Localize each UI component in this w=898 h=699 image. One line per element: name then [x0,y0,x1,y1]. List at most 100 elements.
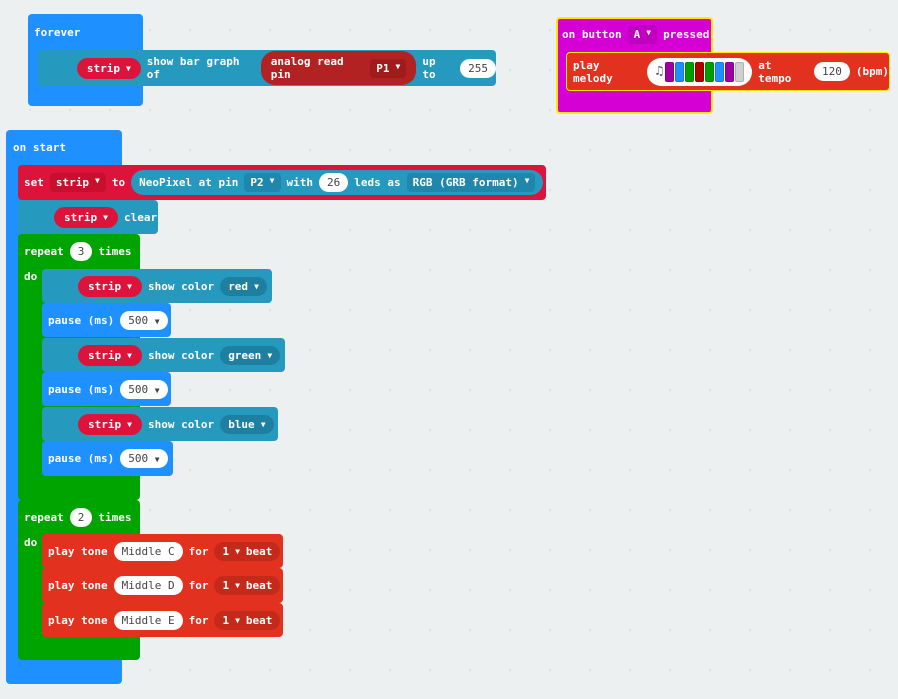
melody-note-cell [695,61,705,82]
var-label: strip [55,176,89,189]
color-dropdown[interactable]: blue ▼ [220,414,274,434]
caret-down-icon: ▼ [235,546,240,556]
color-dropdown[interactable]: green ▼ [220,345,281,365]
beat-dropdown[interactable]: 1 ▼ beat [214,610,281,630]
play-tone-block[interactable]: play tone Middle C for 1 ▼ beat [42,534,283,568]
caret-down-icon: ▼ [524,176,530,185]
button-value: A [633,27,641,41]
strip-variable-dropdown[interactable]: strip ▼ [76,57,141,79]
beat-dropdown[interactable]: 1 ▼ beat [214,541,281,561]
on-start-spine [6,160,18,660]
block-text: times [98,244,132,258]
block-text: pressed [663,27,710,41]
var-label: strip [88,348,122,362]
pause-block[interactable]: pause (ms) 500 ▼ [42,303,171,337]
melody-note-cell [665,61,675,82]
show-bar-graph-block[interactable]: strip ▼ show bar graph of analog read pin… [38,50,496,86]
block-text: on button [562,27,622,41]
beat-unit: beat [245,579,273,592]
block-text: at tempo [758,58,792,85]
block-text: repeat [24,510,64,524]
pause-block[interactable]: pause (ms) 500 ▼ [42,441,173,476]
on-start-label: on start [13,141,66,154]
show-color-block[interactable]: strip ▼ show color green ▼ [42,338,285,372]
play-melody-block[interactable]: play melody ♫ at tempo 120 (bpm) [566,52,890,91]
block-text: analog read pin [270,55,344,81]
caret-down-icon: ▼ [235,615,240,625]
block-text: with [286,176,314,189]
ms-value: 500 [128,452,149,465]
pause-dropdown[interactable]: 500 ▼ [120,310,168,330]
caret-down-icon: ▼ [267,350,273,360]
block-text: leds as [354,176,401,189]
color-value: red [228,279,249,293]
block-text: pause (ms) [48,452,115,465]
strip-variable-dropdown[interactable]: strip ▼ [54,206,118,228]
max-input[interactable]: 255 [460,58,496,78]
strip-variable-dropdown[interactable]: strip ▼ [78,413,142,435]
beat-value: 1 [222,544,230,558]
strip-clear-block[interactable]: strip ▼ clear [18,200,158,234]
show-color-block[interactable]: strip ▼ show color red ▼ [42,269,272,303]
do-label: do [24,270,38,283]
melody-note-cell [685,61,695,82]
repeat-count-input[interactable]: 2 [69,507,93,527]
format-value: RGB (GRB format) [412,176,519,189]
pin-dropdown[interactable]: P2 ▼ [244,173,281,192]
block-text: pause (ms) [48,313,115,327]
neopixel-create-block[interactable]: NeoPixel at pin P2 ▼ with 26 leds as RGB … [131,170,544,195]
block-text: show color [147,279,215,293]
button-dropdown[interactable]: A ▼ [627,24,658,44]
block-text: to [111,176,126,189]
color-dropdown[interactable]: red ▼ [220,276,267,296]
set-strip-block[interactable]: set strip ▼ to NeoPixel at pin P2 ▼ with 2… [18,165,546,200]
caret-down-icon: ▼ [254,281,259,291]
ms-value: 500 [128,382,149,396]
caret-down-icon: ▼ [235,581,240,590]
format-dropdown[interactable]: RGB (GRB format) ▼ [406,173,536,192]
note-input[interactable]: Middle E [113,610,183,630]
block-text: NeoPixel at pin [139,176,239,189]
forever-label: forever [34,26,81,39]
melody-note-cell [735,61,745,82]
melody-editor[interactable]: ♫ [647,57,753,86]
block-text: show color [147,417,215,431]
pause-dropdown[interactable]: 500 ▼ [120,379,168,399]
melody-note-cell [715,61,725,82]
block-text: for [188,579,209,592]
beat-dropdown[interactable]: 1 ▼ beat [214,576,281,595]
block-text: pause (ms) [48,382,115,396]
tempo-input[interactable]: 120 [814,62,850,81]
block-text: for [188,613,209,627]
block-text: clear [123,210,158,224]
strip-variable-dropdown[interactable]: strip ▼ [78,344,142,366]
pin-dropdown[interactable]: P1 ▼ [370,58,407,78]
caret-down-icon: ▼ [154,316,160,326]
do-label: do [24,536,38,549]
melody-note-cell [705,61,715,82]
repeat-count-input[interactable]: 3 [69,241,93,261]
play-tone-block[interactable]: play tone Middle E for 1 ▼ beat [42,603,283,637]
caret-down-icon: ▼ [154,385,160,395]
beat-value: 1 [222,613,230,627]
show-color-block[interactable]: strip ▼ show color blue ▼ [42,407,278,441]
leds-input[interactable]: 26 [319,173,349,192]
beat-unit: beat [245,613,273,627]
block-text: up to [422,55,436,81]
analog-read-pin-block[interactable]: analog read pin P1 ▼ [260,51,417,85]
play-tone-block[interactable]: play tone Middle D for 1 ▼ beat [42,568,283,603]
caret-down-icon: ▼ [125,63,131,73]
color-value: blue [228,417,255,431]
caret-down-icon: ▼ [395,61,401,71]
note-input[interactable]: Middle D [113,576,183,595]
strip-variable-dropdown[interactable]: strip ▼ [78,275,142,297]
caret-down-icon: ▼ [127,419,132,429]
caret-down-icon: ▼ [127,281,132,291]
var-label: strip [88,417,122,431]
note-input[interactable]: Middle C [113,541,183,561]
pause-dropdown[interactable]: 500 ▼ [120,449,168,468]
strip-variable-dropdown[interactable]: strip ▼ [49,173,106,192]
pause-block[interactable]: pause (ms) 500 ▼ [42,372,171,406]
caret-down-icon: ▼ [260,419,266,429]
caret-down-icon: ▼ [95,176,100,185]
